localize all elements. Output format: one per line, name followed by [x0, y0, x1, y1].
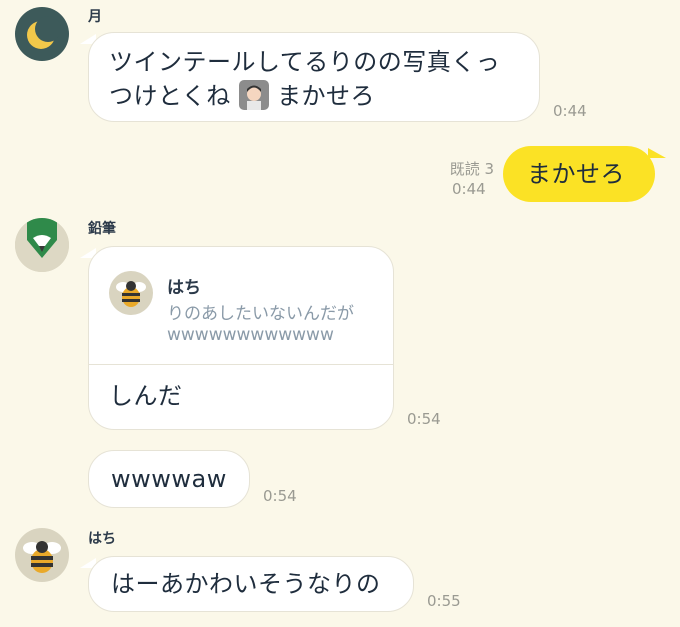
message-text-line: つけとくね まかせろ — [109, 79, 519, 113]
message-time: 0:54 — [263, 487, 297, 505]
bee-icon — [23, 541, 61, 573]
message-time: 0:44 — [553, 102, 587, 120]
pencil-avatar[interactable] — [15, 218, 69, 272]
read-receipt: 既読 3 — [449, 160, 494, 178]
quoted-sender: はち — [167, 278, 201, 298]
moon-icon — [27, 16, 61, 49]
quoted-avatar — [109, 271, 153, 315]
message-text: つけとくね — [109, 82, 231, 110]
quoted-text: wwwwwwwwwwww — [167, 325, 334, 345]
message-text-line: ツインテールしてるりのの写真くっ — [109, 48, 501, 76]
bubble-tail — [648, 148, 666, 158]
moon-avatar[interactable] — [15, 7, 69, 61]
message-time: 0:44 — [452, 180, 486, 198]
message-time: 0:55 — [427, 592, 461, 610]
quoted-text: りのあしたいないんだが — [167, 304, 354, 324]
bee-avatar[interactable] — [15, 528, 69, 582]
message-bubble[interactable]: ツインテールしてるりのの写真くっ つけとくね まかせろ — [88, 32, 540, 122]
person-gesturing-ok-icon — [238, 80, 269, 110]
reply-message-bubble[interactable]: はち りのあしたいないんだが wwwwwwwwwwww しんだ — [88, 246, 394, 430]
message-text: wwwwaw — [111, 465, 227, 493]
message-text: はーあかわいそうなりの — [111, 570, 381, 598]
pencil-icon — [15, 218, 69, 272]
quoted-message[interactable]: はち りのあしたいないんだが wwwwwwwwwwww — [89, 247, 393, 365]
sender-name: 鉛筆 — [88, 221, 116, 237]
sender-name: はち — [88, 531, 116, 547]
sender-name: 月 — [88, 9, 102, 25]
message-text: まかせろ — [277, 82, 376, 110]
message-time: 0:54 — [407, 410, 441, 428]
self-message-bubble[interactable]: まかせろ — [503, 146, 655, 202]
message-text: しんだ — [109, 382, 183, 410]
bee-icon — [116, 281, 146, 307]
message-text: まかせろ — [527, 160, 625, 188]
message-bubble[interactable]: はーあかわいそうなりの — [88, 556, 414, 612]
message-bubble[interactable]: wwwwaw — [88, 450, 250, 508]
